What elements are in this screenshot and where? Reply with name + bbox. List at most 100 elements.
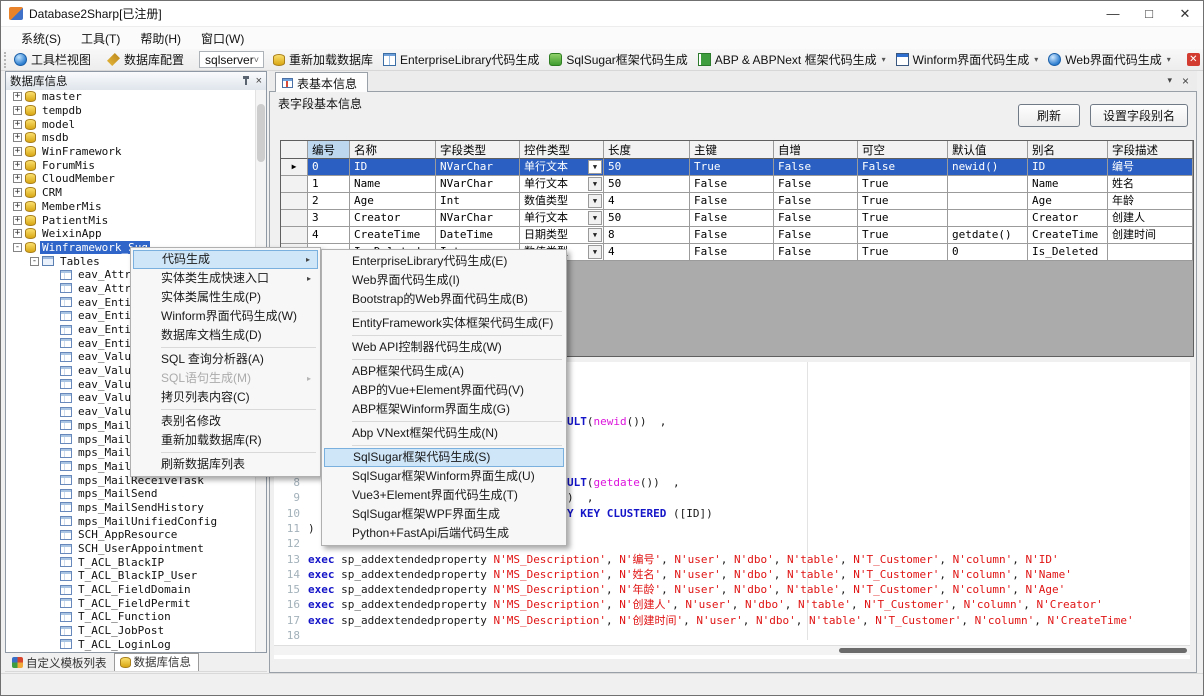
tree-item[interactable]: T_ACL_BlackIP_User (6, 569, 255, 583)
tree-item[interactable]: + tempdb (6, 104, 255, 118)
menu-item[interactable]: Python+FastApi后端代码生成 ▸ (324, 524, 564, 543)
tab-database-info[interactable]: 数据库信息 (114, 653, 200, 671)
combo-arrow-icon[interactable]: ▼ (588, 245, 602, 259)
tree-item[interactable]: SCH_UserAppointment (6, 542, 255, 556)
winform-gen-button[interactable]: Winform界面代码生成▾ (891, 50, 1044, 69)
abp-gen-button[interactable]: ABP & ABPNext 框架代码生成▾ (693, 50, 891, 69)
tab-templates[interactable]: 自定义模板列表 (7, 655, 114, 671)
tree-item[interactable]: T_ACL_BlackIP (6, 555, 255, 569)
menu-bar-item[interactable]: 工具(T) (71, 28, 130, 49)
reload-db-button[interactable]: 重新加载数据库 (268, 50, 378, 69)
menu-item[interactable]: SQL语句生成(M) ▸ (133, 369, 318, 388)
column-header[interactable]: 默认值 (948, 141, 1028, 159)
column-header[interactable]: 名称 (350, 141, 436, 159)
menu-item[interactable]: Web API控制器代码生成(W) ▸ (324, 338, 564, 357)
panel-close-icon[interactable]: × (256, 76, 262, 86)
tree-item[interactable]: + master (6, 90, 255, 104)
expand-toggle-icon[interactable]: + (13, 161, 22, 170)
column-header[interactable]: 可空 (858, 141, 948, 159)
menu-item[interactable]: 数据库文档生成(D) ▸ (133, 326, 318, 345)
expand-toggle-icon[interactable]: + (13, 202, 22, 211)
expand-toggle-icon[interactable]: + (13, 229, 22, 238)
scrollbar-thumb[interactable] (839, 648, 1187, 653)
menu-item[interactable]: EntityFramework实体框架代码生成(F) ▸ (324, 314, 564, 333)
toolbar-grip[interactable] (4, 52, 6, 68)
menu-item[interactable]: SqlSugar框架Winform界面生成(U) ▸ (324, 467, 564, 486)
menu-item[interactable]: 代码生成 ▸ (133, 250, 318, 269)
tree-item[interactable]: + WeixinApp (6, 227, 255, 241)
column-header[interactable]: 编号 (308, 141, 350, 159)
expand-toggle-icon[interactable]: + (13, 147, 22, 156)
tree-item[interactable]: + ForumMis (6, 158, 255, 172)
tree-item[interactable]: mps_MailSend (6, 487, 255, 501)
tree-item[interactable]: + PatientMis (6, 213, 255, 227)
tree-item[interactable]: + CRM (6, 186, 255, 200)
tree-item[interactable]: T_ACL_JobPost (6, 624, 255, 638)
table-row[interactable]: ▶ 4 CreateTime DateTime 日期类型▼ 8 False Fa… (281, 227, 1193, 244)
tree-item[interactable]: T_ACL_LoginLog (6, 638, 255, 652)
combo-arrow-icon[interactable]: ▼ (588, 194, 602, 208)
expand-toggle-icon[interactable]: - (13, 243, 22, 252)
minimize-button[interactable]: — (1095, 1, 1131, 26)
column-header[interactable]: 主键 (690, 141, 774, 159)
expand-toggle-icon[interactable]: + (13, 92, 22, 101)
combo-arrow-icon[interactable]: ▼ (588, 160, 602, 174)
combo-arrow-icon[interactable]: ▼ (588, 211, 602, 225)
expand-toggle-icon[interactable]: - (30, 257, 39, 266)
menu-item[interactable]: EnterpriseLibrary代码生成(E) ▸ (324, 252, 564, 271)
tree-item[interactable]: mps_MailUnifiedConfig (6, 514, 255, 528)
tree-item[interactable]: SCH_AppResource (6, 528, 255, 542)
expand-toggle-icon[interactable]: + (13, 174, 22, 183)
table-row[interactable]: ▶ 2 Age Int 数值类型▼ 4 False False True Age… (281, 193, 1193, 210)
tab-list-icon[interactable]: ▾ (1167, 75, 1172, 86)
tab-close-icon[interactable]: × (1182, 76, 1189, 86)
tree-item[interactable]: + model (6, 117, 255, 131)
scrollbar-thumb[interactable] (257, 104, 265, 162)
tab-table-info[interactable]: 表基本信息 (275, 72, 368, 93)
tree-item[interactable]: + MemberMis (6, 200, 255, 214)
editor-hscrollbar[interactable] (274, 645, 1190, 655)
menu-bar-item[interactable]: 系统(S) (11, 28, 71, 49)
menu-item[interactable]: ABP框架代码生成(A) ▸ (324, 362, 564, 381)
expand-toggle-icon[interactable]: + (13, 188, 22, 197)
tree-item[interactable]: + msdb (6, 131, 255, 145)
menu-item[interactable]: ABP框架Winform界面生成(G) ▸ (324, 400, 564, 419)
tree-item[interactable]: T_ACL_FieldPermit (6, 596, 255, 610)
combo-arrow-icon[interactable]: ▼ (588, 228, 602, 242)
expand-toggle-icon[interactable]: + (13, 120, 22, 129)
combo-arrow-icon[interactable]: ▼ (588, 177, 602, 191)
set-alias-button[interactable]: 设置字段别名 (1090, 104, 1188, 127)
menu-item[interactable]: ABP的Vue+Element界面代码(V) ▸ (324, 381, 564, 400)
menu-item[interactable]: 重新加载数据库(R) ▸ (133, 431, 318, 450)
sqlsugar-gen-button[interactable]: SqlSugar框架代码生成 (544, 50, 692, 69)
menu-bar-item[interactable]: 帮助(H) (130, 28, 191, 49)
menu-item[interactable]: 刷新数据库列表 ▸ (133, 455, 318, 474)
tree-item[interactable]: + WinFramework (6, 145, 255, 159)
column-header[interactable]: 自增 (774, 141, 858, 159)
column-header[interactable]: 控件类型 (520, 141, 604, 159)
menu-item[interactable]: 表别名修改 ▸ (133, 412, 318, 431)
dbtype-combobox[interactable]: sqlserver˅ (199, 51, 264, 68)
table-row[interactable]: ▶ 3 Creator NVarChar 单行文本▼ 50 False Fals… (281, 210, 1193, 227)
close-button[interactable]: ✕ (1167, 1, 1203, 26)
column-header[interactable]: 字段描述 (1108, 141, 1193, 159)
refresh-button[interactable]: 刷新 (1018, 104, 1080, 127)
menu-item[interactable]: 拷贝列表内容(C) ▸ (133, 388, 318, 407)
column-header[interactable]: 别名 (1028, 141, 1108, 159)
toolbar-view-button[interactable]: 工具栏视图 (9, 50, 96, 69)
tree-item[interactable]: T_ACL_Function (6, 610, 255, 624)
menu-item[interactable]: SQL 查询分析器(A) ▸ (133, 350, 318, 369)
tree-item[interactable]: + CloudMember (6, 172, 255, 186)
web-gen-button[interactable]: Web界面代码生成▾ (1043, 50, 1175, 69)
menu-item[interactable]: Vue3+Element界面代码生成(T) ▸ (324, 486, 564, 505)
menu-item[interactable]: Web界面代码生成(I) ▸ (324, 271, 564, 290)
tree-item[interactable]: mps_MailSendHistory (6, 501, 255, 515)
column-header[interactable]: 字段类型 (436, 141, 520, 159)
menu-item[interactable]: Abp VNext框架代码生成(N) ▸ (324, 424, 564, 443)
expand-toggle-icon[interactable]: + (13, 106, 22, 115)
table-row[interactable]: ▶ 1 Name NVarChar 单行文本▼ 50 False False T… (281, 176, 1193, 193)
menu-item[interactable]: 实体类生成快速入口 ▸ (133, 269, 318, 288)
enterpriselibrary-gen-button[interactable]: EnterpriseLibrary代码生成 (378, 50, 544, 69)
menu-item[interactable]: Winform界面代码生成(W) ▸ (133, 307, 318, 326)
column-header[interactable]: 长度 (604, 141, 690, 159)
